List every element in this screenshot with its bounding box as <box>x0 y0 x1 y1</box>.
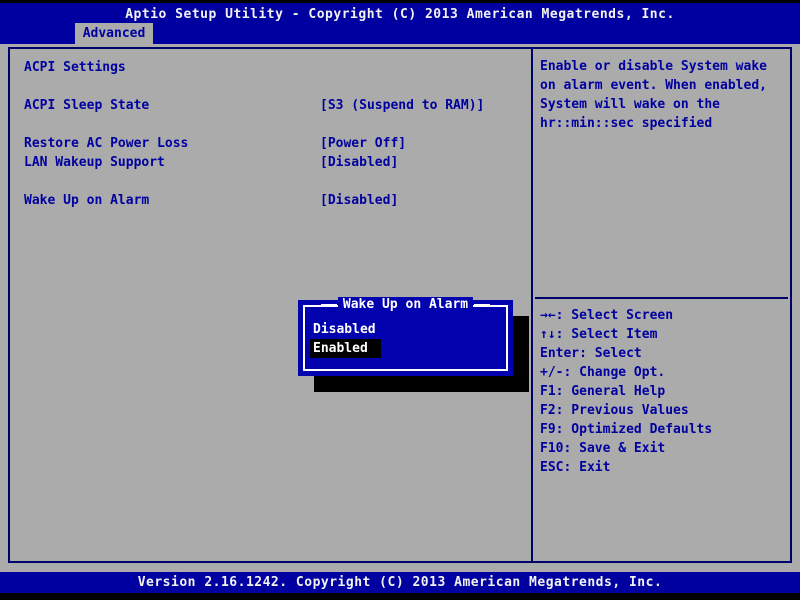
title-dash-left-icon <box>321 304 337 306</box>
bottom-black-strip <box>0 593 800 600</box>
setting-label: Restore AC Power Loss <box>24 136 188 151</box>
footer-bar: Version 2.16.1242. Copyright (C) 2013 Am… <box>0 572 800 593</box>
setting-label: LAN Wakeup Support <box>24 155 165 170</box>
hotkey-row: ESC: Exit <box>540 458 788 477</box>
wake-up-on-alarm-popup: Wake Up on Alarm Disabled Enabled <box>298 300 513 376</box>
hotkey-row: F10: Save & Exit <box>540 439 788 458</box>
popup-option-label: Disabled <box>310 320 379 339</box>
tab-advanced[interactable]: Advanced <box>75 23 153 44</box>
title-dash-right-icon <box>474 304 490 306</box>
version-text: Version 2.16.1242. Copyright (C) 2013 Am… <box>0 572 800 593</box>
bios-screen: Aptio Setup Utility - Copyright (C) 2013… <box>0 0 800 600</box>
setting-row[interactable]: ACPI Sleep State [S3 (Suspend to RAM)] <box>24 96 524 115</box>
hotkey-row: +/-: Change Opt. <box>540 363 788 382</box>
popup-options: Disabled Enabled <box>310 320 500 358</box>
popup-title-text: Wake Up on Alarm <box>338 297 473 313</box>
setting-value: [Power Off] <box>320 134 406 153</box>
hotkey-row: F9: Optimized Defaults <box>540 420 788 439</box>
app-title: Aptio Setup Utility - Copyright (C) 2013… <box>0 5 800 25</box>
setting-row[interactable]: LAN Wakeup Support [Disabled] <box>24 153 524 172</box>
titlebar: Aptio Setup Utility - Copyright (C) 2013… <box>0 3 800 44</box>
main-panel: ACPI Settings ACPI Sleep State [S3 (Susp… <box>8 47 792 563</box>
help-divider <box>535 297 788 299</box>
hotkey-row: Enter: Select <box>540 344 788 363</box>
hotkey-row: ↑↓: Select Item <box>540 325 788 344</box>
section-title: ACPI Settings <box>24 58 126 77</box>
popup-title: Wake Up on Alarm <box>298 297 513 313</box>
setting-value: [S3 (Suspend to RAM)] <box>320 96 484 115</box>
setting-value: [Disabled] <box>320 191 398 210</box>
popup-option[interactable]: Disabled <box>310 320 500 339</box>
help-pane: Enable or disable System wake on alarm e… <box>533 49 790 561</box>
hotkey-row: →←: Select Screen <box>540 306 788 325</box>
help-description: Enable or disable System wake on alarm e… <box>540 57 788 133</box>
popup-option-label: Enabled <box>310 339 381 358</box>
popup-option[interactable]: Enabled <box>310 339 500 358</box>
setting-row[interactable]: Restore AC Power Loss [Power Off] <box>24 134 524 153</box>
hotkey-row: F1: General Help <box>540 382 788 401</box>
setting-label: Wake Up on Alarm <box>24 193 149 208</box>
setting-value: [Disabled] <box>320 153 398 172</box>
setting-row[interactable]: Wake Up on Alarm [Disabled] <box>24 191 524 210</box>
setting-label: ACPI Sleep State <box>24 98 149 113</box>
hotkey-row: F2: Previous Values <box>540 401 788 420</box>
